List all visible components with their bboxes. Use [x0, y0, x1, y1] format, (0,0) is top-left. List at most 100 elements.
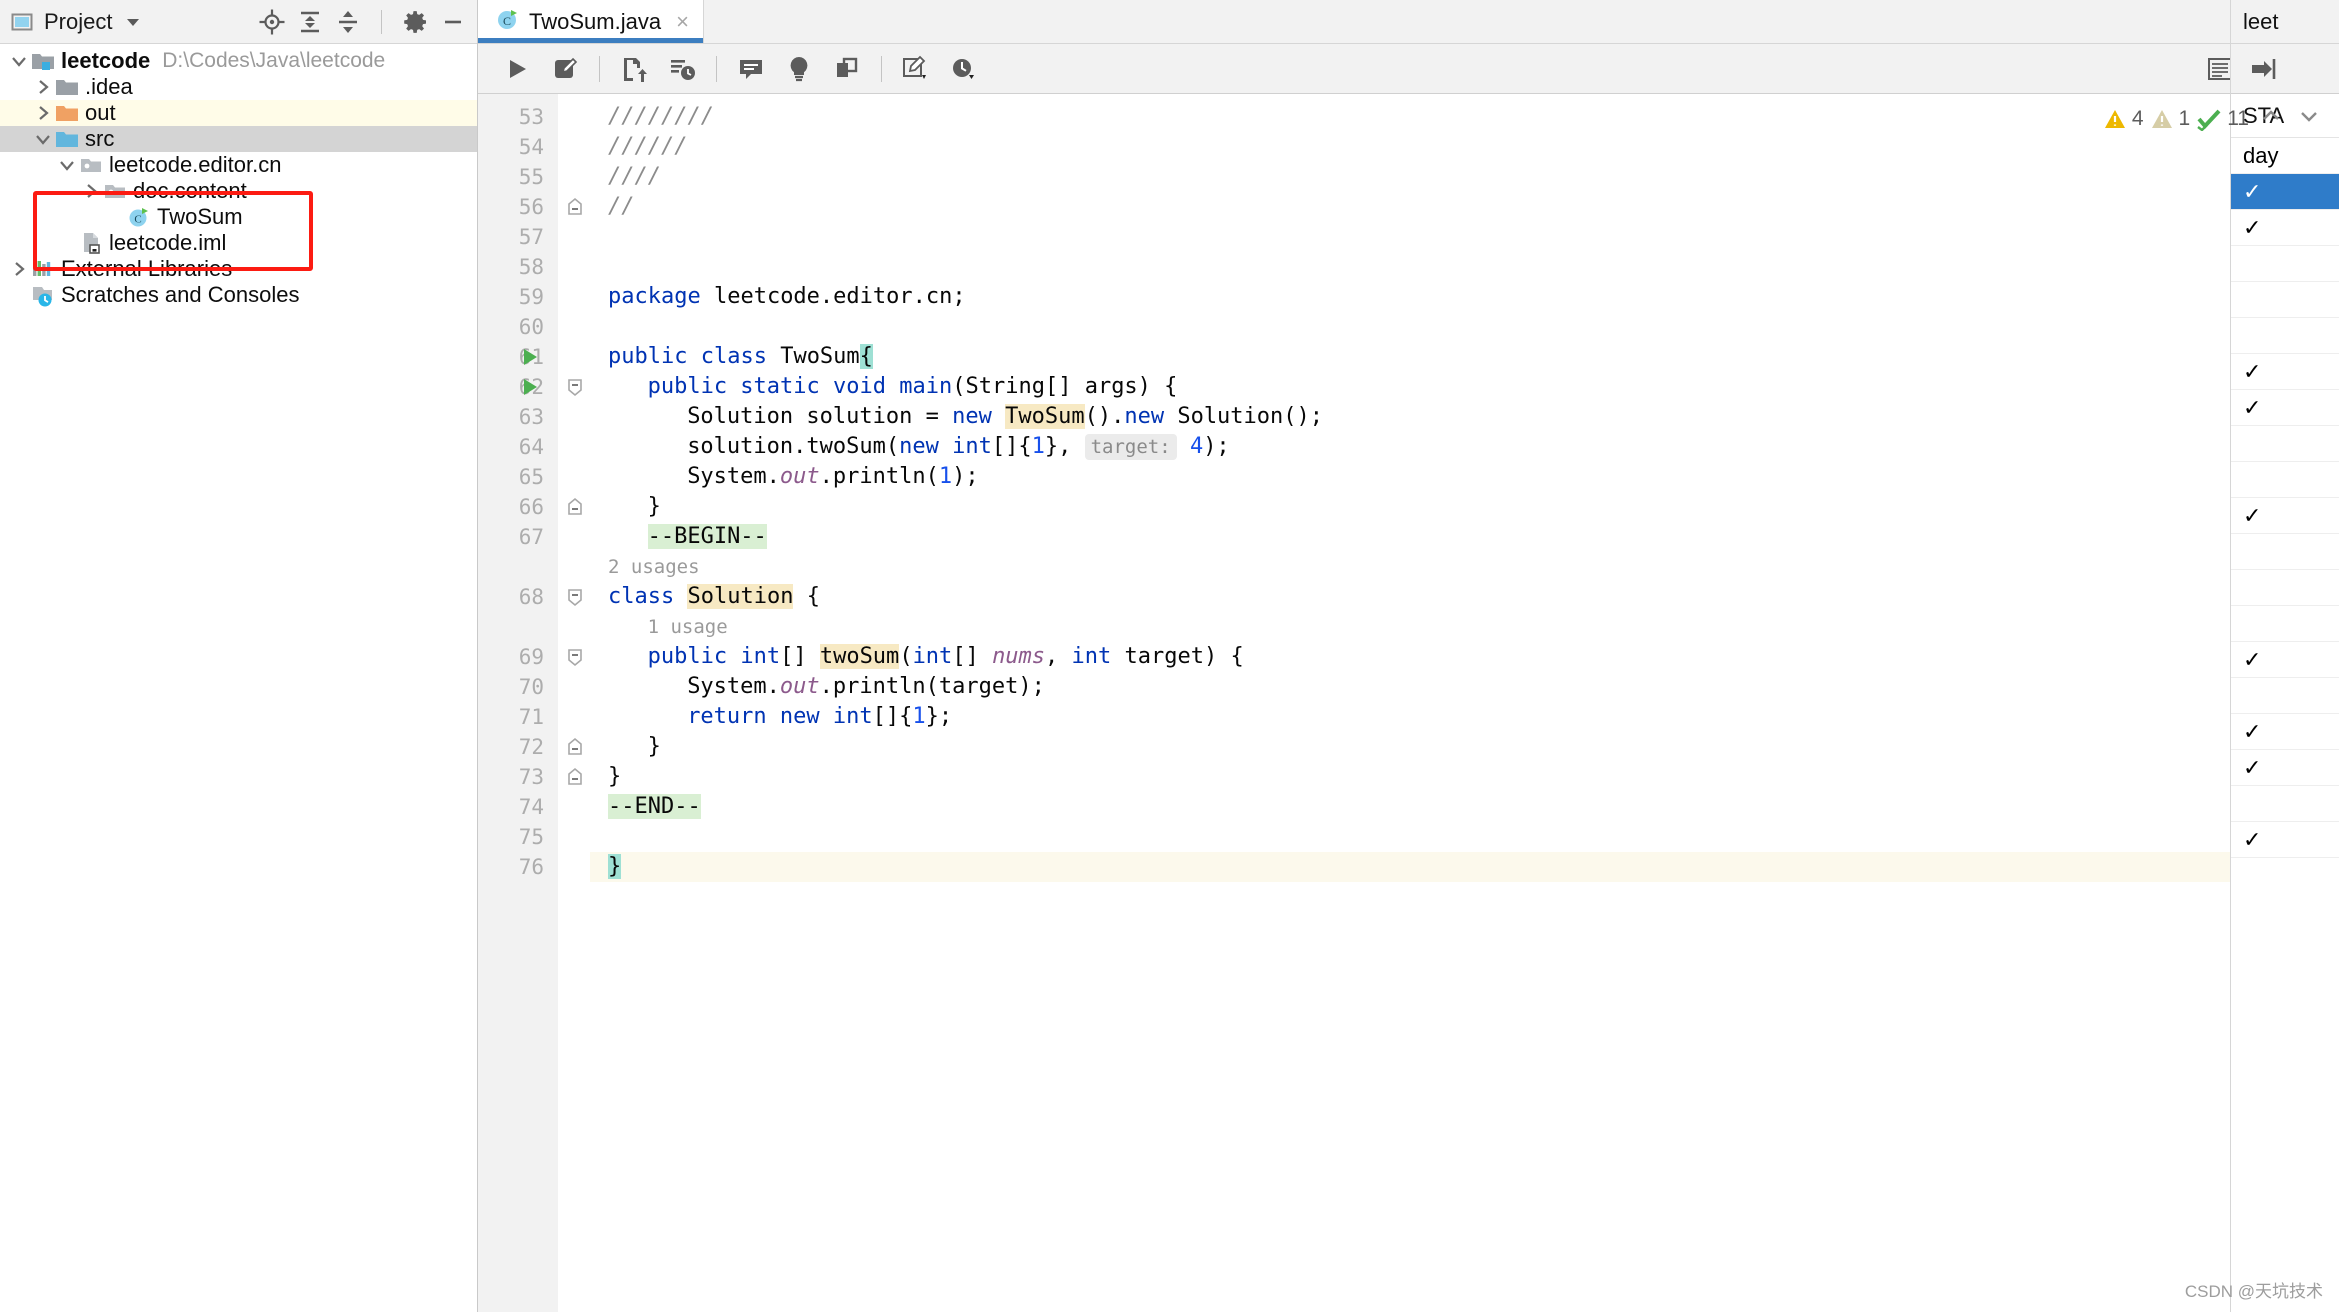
side-panel-row[interactable]: ✓ [2231, 390, 2339, 426]
side-panel-row[interactable]: ✓ [2231, 174, 2339, 210]
code-line[interactable]: } [648, 492, 661, 522]
chevron-right-icon[interactable] [32, 103, 54, 123]
code-line[interactable]: System.out.println(target); [687, 672, 1045, 702]
side-panel-row[interactable] [2231, 318, 2339, 354]
usage-inlay-hint[interactable]: 1 usage [648, 612, 728, 642]
tree-item-idea[interactable]: .idea [0, 74, 477, 100]
side-panel-row[interactable]: ✓ [2231, 750, 2339, 786]
fold-end-icon[interactable] [566, 767, 584, 792]
inspections-widget[interactable]: 4 1 11 [2103, 104, 2325, 134]
side-panel-row[interactable]: ✓ [2231, 210, 2339, 246]
chevron-right-icon[interactable] [32, 77, 54, 97]
code-line[interactable]: //// [608, 162, 661, 192]
fold-end-icon[interactable] [566, 197, 584, 222]
fold-start-icon[interactable] [566, 377, 584, 402]
chevron-down-icon[interactable] [32, 129, 54, 149]
side-panel-row[interactable]: day [2231, 138, 2339, 174]
code-line[interactable]: } [648, 732, 661, 762]
run-gutter-icon[interactable] [520, 347, 540, 372]
expand-all-icon[interactable] [296, 8, 324, 36]
chevron-right-icon[interactable] [80, 181, 102, 201]
side-panel-row[interactable] [2231, 606, 2339, 642]
code-line[interactable]: public int[] twoSum(int[] nums, int targ… [648, 642, 1244, 672]
side-panel-row[interactable] [2231, 282, 2339, 318]
code-line[interactable]: // [608, 192, 635, 222]
edit-note-icon[interactable] [893, 48, 939, 90]
tree-item-leetcode-editor-cn[interactable]: leetcode.editor.cn [0, 152, 477, 178]
side-panel-row[interactable] [2231, 534, 2339, 570]
side-panel-row[interactable] [2231, 426, 2339, 462]
minimize-icon[interactable] [439, 8, 467, 36]
fold-end-icon[interactable] [566, 497, 584, 522]
fold-end-icon[interactable] [566, 737, 584, 762]
run-icon[interactable] [494, 48, 540, 90]
tree-item-leetcode[interactable]: leetcode D:\Codes\Java\leetcode [0, 48, 477, 74]
history-clock-icon[interactable] [941, 48, 987, 90]
code-line[interactable]: public static void main(String[] args) { [648, 372, 1178, 402]
code-line[interactable]: public class TwoSum{ [608, 342, 873, 372]
code-line[interactable]: ////// [608, 132, 687, 162]
chevron-up-icon[interactable] [2255, 104, 2287, 134]
side-panel-row[interactable] [2231, 786, 2339, 822]
tree-item-twosum[interactable]: C TwoSum [0, 204, 477, 230]
code-line[interactable]: } [608, 852, 622, 882]
code-line[interactable]: --END-- [608, 792, 701, 822]
side-panel-rows[interactable]: day ✓ ✓ ✓ ✓ ✓ ✓ ✓ ✓ ✓ [2231, 138, 2339, 858]
open-panel-icon[interactable] [2231, 44, 2339, 94]
settings-gear-icon[interactable] [401, 8, 429, 36]
code-editor[interactable]: 5354555657585960616263646566676869707172… [478, 94, 2339, 1312]
project-view-icon[interactable] [10, 10, 34, 34]
tree-item-external-libraries[interactable]: External Libraries [0, 256, 477, 282]
chevron-down-icon[interactable] [56, 155, 78, 175]
timer-submit-icon[interactable] [659, 48, 705, 90]
tree-item-src[interactable]: src [0, 126, 477, 152]
tree-item-scratches-and-consoles[interactable]: Scratches and Consoles [0, 282, 477, 308]
side-panel-row[interactable]: ✓ [2231, 642, 2339, 678]
side-panel-row[interactable] [2231, 462, 2339, 498]
run-gutter-icon[interactable] [520, 377, 540, 402]
fold-start-icon[interactable] [566, 647, 584, 672]
side-panel-row[interactable] [2231, 678, 2339, 714]
locate-icon[interactable] [258, 8, 286, 36]
code-line[interactable]: package leetcode.editor.cn; [608, 282, 966, 312]
project-tree[interactable]: leetcode D:\Codes\Java\leetcode .idea out sr… [0, 44, 477, 308]
code-line[interactable]: --BEGIN-- [647, 522, 767, 552]
chevron-down-icon[interactable] [8, 51, 30, 71]
note-icon[interactable] [824, 48, 870, 90]
submit-icon[interactable] [611, 48, 657, 90]
chevron-down-icon[interactable] [2293, 104, 2325, 134]
fold-gutter[interactable] [558, 94, 590, 1312]
side-panel-row[interactable]: ✓ [2231, 354, 2339, 390]
close-icon[interactable]: × [676, 9, 689, 35]
tree-item-leetcode-iml[interactable]: leetcode.iml [0, 230, 477, 256]
code-line[interactable]: solution.twoSum(new int[]{1}, target: 4)… [687, 432, 1230, 462]
idea-bulb-icon[interactable] [776, 48, 822, 90]
chevron-down-icon[interactable] [122, 11, 144, 33]
code-line[interactable]: //////// [608, 102, 714, 132]
warning-count-item[interactable]: 4 [2103, 107, 2144, 131]
side-panel-row[interactable]: ✓ [2231, 714, 2339, 750]
code-content[interactable]: 4 1 11 //////// ////// //// // package l… [590, 94, 2339, 1312]
usage-inlay-hint[interactable]: 2 usages [608, 552, 700, 582]
code-line[interactable]: Solution solution = new TwoSum().new Sol… [687, 402, 1323, 432]
side-panel-row[interactable]: ✓ [2231, 822, 2339, 858]
code-line[interactable]: } [608, 762, 621, 792]
line-number-gutter[interactable]: 5354555657585960616263646566676869707172… [478, 94, 558, 1312]
code-line[interactable]: System.out.println(1); [687, 462, 978, 492]
side-panel-row[interactable] [2231, 570, 2339, 606]
edit-submission-icon[interactable] [542, 48, 588, 90]
code-line[interactable]: class Solution { [608, 582, 820, 612]
collapse-all-icon[interactable] [334, 8, 362, 36]
side-panel-row[interactable]: ✓ [2231, 498, 2339, 534]
tree-item-out[interactable]: out [0, 100, 477, 126]
editor-tab-twosum[interactable]: C TwoSum.java × [478, 0, 704, 43]
code-line[interactable]: return new int[]{1}; [687, 702, 952, 732]
side-panel-row[interactable] [2231, 246, 2339, 282]
comment-icon[interactable] [728, 48, 774, 90]
chevron-right-icon[interactable] [8, 259, 30, 279]
tree-item-doc-content[interactable]: doc.content [0, 178, 477, 204]
weak-warning-count-item[interactable]: 1 [2150, 107, 2190, 131]
fold-start-icon[interactable] [566, 587, 584, 612]
inspection-ok-item[interactable]: 11 [2196, 107, 2249, 131]
